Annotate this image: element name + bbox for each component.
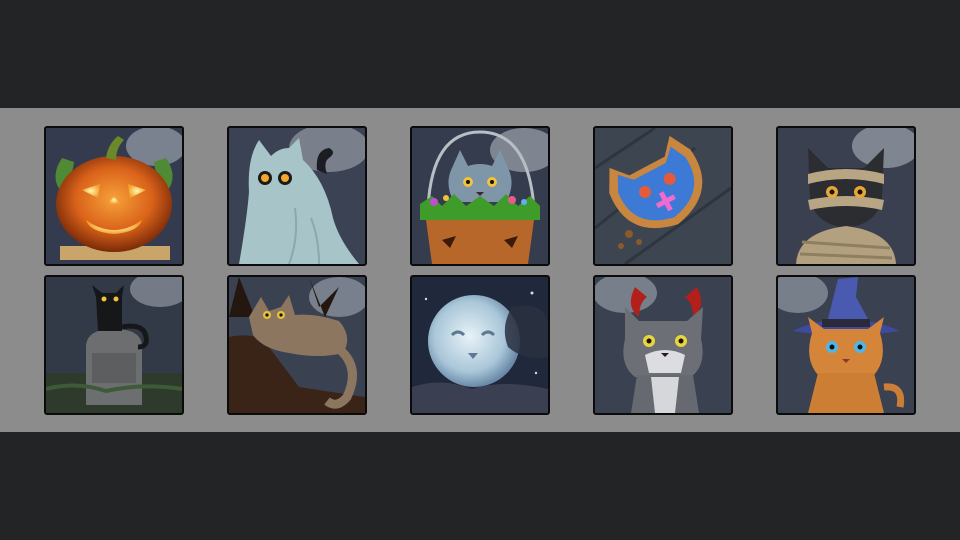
cat-on-tombstone-icon	[46, 277, 182, 413]
tile-cat-on-tombstone[interactable]	[44, 275, 184, 415]
cat-cookie-icon	[595, 128, 731, 264]
tile-cat-moon[interactable]	[410, 275, 550, 415]
tile-devil-cat[interactable]	[593, 275, 733, 415]
mummy-cat-icon	[778, 128, 914, 264]
tile-cat-in-tree[interactable]	[227, 275, 367, 415]
devil-cat-icon	[595, 277, 731, 413]
jack-o-lantern-cat-icon	[46, 128, 182, 264]
ghost-cat-icon	[229, 128, 365, 264]
sticker-grid	[44, 126, 916, 415]
cat-in-basket-icon	[412, 128, 548, 264]
tile-witch-hat-cat[interactable]	[776, 275, 916, 415]
tile-cat-in-basket[interactable]	[410, 126, 550, 266]
tile-cat-cookie[interactable]	[593, 126, 733, 266]
tile-mummy-cat[interactable]	[776, 126, 916, 266]
cat-in-tree-icon	[229, 277, 365, 413]
witch-hat-cat-icon	[778, 277, 914, 413]
tile-ghost-cat[interactable]	[227, 126, 367, 266]
tile-jack-o-lantern[interactable]	[44, 126, 184, 266]
cat-moon-icon	[412, 277, 548, 413]
